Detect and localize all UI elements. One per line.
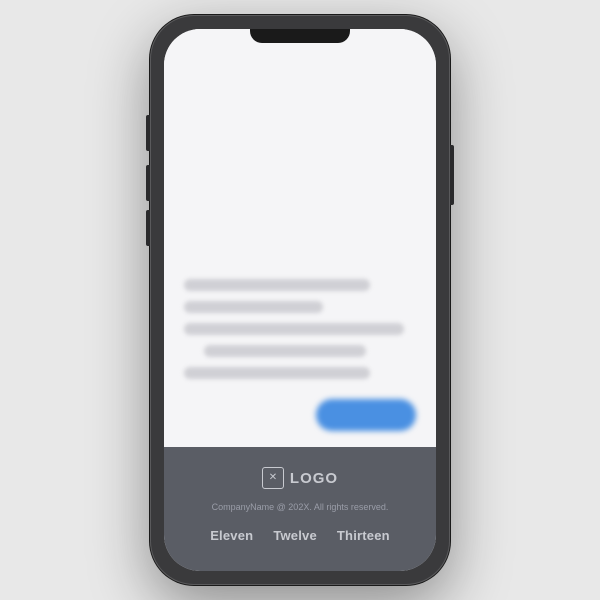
footer-nav-item-twelve[interactable]: Twelve: [273, 528, 317, 543]
footer-nav: Eleven Twelve Thirteen: [210, 528, 390, 543]
blur-line-5: [184, 367, 370, 379]
blur-line-2: [184, 301, 323, 313]
footer-logo: LOGO: [262, 467, 338, 489]
phone-notch: [250, 29, 350, 43]
blur-line-1: [184, 279, 370, 291]
image-placeholder-icon: [262, 467, 284, 489]
screen-footer: LOGO CompanyName @ 202X. All rights rese…: [164, 447, 436, 571]
logo-text: LOGO: [290, 470, 338, 487]
footer-nav-item-eleven[interactable]: Eleven: [210, 528, 253, 543]
footer-copyright: CompanyName @ 202X. All rights reserved.: [212, 501, 389, 514]
footer-nav-item-thirteen[interactable]: Thirteen: [337, 528, 390, 543]
screen-content: [164, 29, 436, 447]
blur-line-4: [204, 345, 366, 357]
phone-screen: LOGO CompanyName @ 202X. All rights rese…: [164, 29, 436, 571]
phone-device: LOGO CompanyName @ 202X. All rights rese…: [150, 15, 450, 585]
blur-cta-button: [316, 399, 416, 431]
blur-line-3: [184, 323, 404, 335]
